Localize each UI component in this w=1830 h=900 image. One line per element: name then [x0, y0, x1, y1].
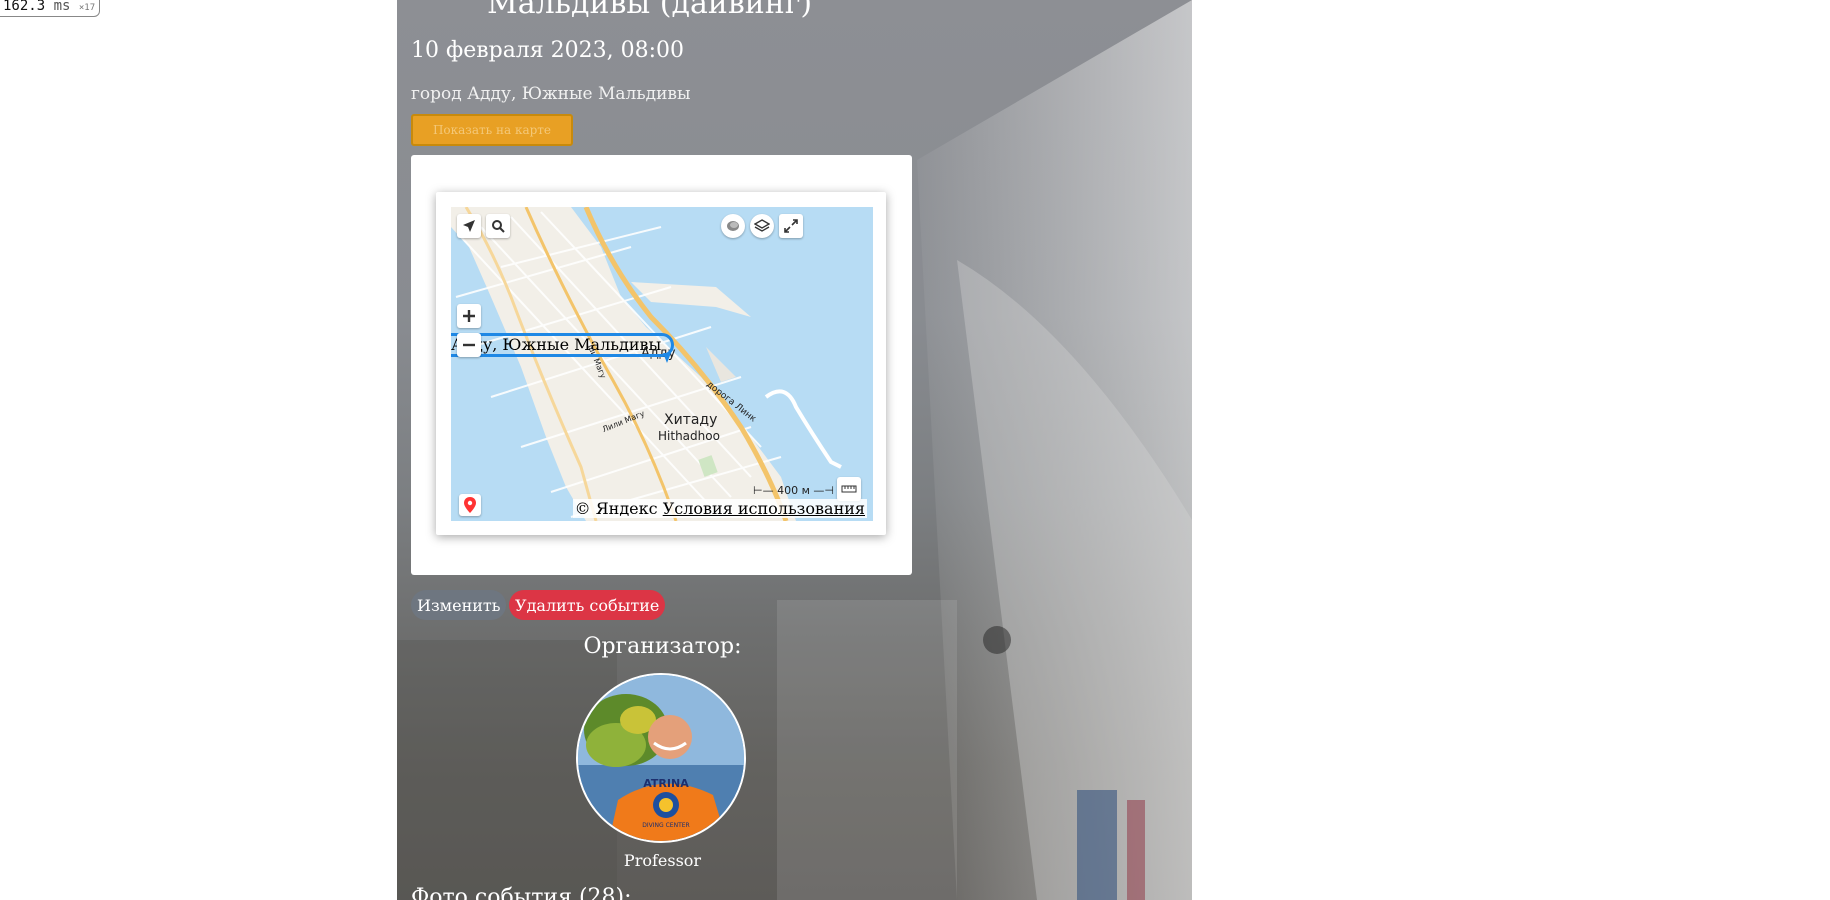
map-pin-icon	[464, 497, 476, 513]
event-photos-heading: Фото события (28):	[411, 885, 632, 900]
zoom-in-button[interactable]	[457, 304, 481, 328]
fullscreen-button[interactable]	[779, 214, 803, 238]
terms-link[interactable]: Условия использования	[663, 499, 865, 518]
scale-bar-right: —⊣	[813, 484, 834, 497]
event-page: Мальдивы (дайвинг) 10 февраля 2023, 08:0…	[397, 0, 1192, 900]
ruler-button[interactable]	[837, 477, 861, 501]
zoom-out-icon	[463, 343, 475, 347]
shirt-sub-text: DIVING CENTER	[642, 822, 689, 829]
perf-value: 162.3	[3, 0, 46, 14]
perf-multiplier: ×17	[78, 3, 96, 13]
map-copyright: © Яндекс Условия использования	[572, 499, 867, 518]
traffic-icon	[727, 221, 739, 231]
scale-bar-left: ⊢—	[753, 484, 774, 497]
locate-arrow-icon	[463, 220, 475, 232]
open-in-yandex-maps-button[interactable]	[459, 494, 481, 516]
placemark-tail	[663, 353, 671, 363]
organizer-name[interactable]: Professor	[397, 851, 928, 870]
show-on-map-button[interactable]: Показать на карте	[411, 114, 573, 146]
organizer-avatar[interactable]: ATRINA DIVING CENTER	[576, 673, 746, 843]
map-label-hithadu: Хитаду	[664, 412, 718, 428]
scale-label: 400 м	[777, 484, 810, 497]
zoom-in-icon	[463, 310, 475, 322]
map-search-button[interactable]	[486, 214, 510, 238]
layers-icon	[754, 219, 770, 232]
layers-button[interactable]	[750, 214, 774, 238]
traffic-button[interactable]	[721, 214, 745, 238]
event-title: Мальдивы (дайвинг)	[487, 0, 813, 21]
yandex-map[interactable]: Адду Хитаду Hithadhoo дорога Линк Лили М…	[451, 207, 873, 521]
delete-event-button[interactable]: Удалить событие	[509, 590, 666, 620]
zoom-out-button[interactable]	[457, 333, 481, 357]
organizer-heading: Организатор:	[583, 634, 742, 659]
avatar-photo: ATRINA DIVING CENTER	[578, 675, 744, 841]
map-card: Адду Хитаду Hithadhoo дорога Линк Лили М…	[436, 192, 886, 535]
ruler-icon	[841, 485, 857, 493]
perf-counter: 162.3 ms ×17	[0, 0, 101, 17]
edit-event-button[interactable]: Изменить	[411, 590, 507, 620]
locate-button[interactable]	[457, 214, 481, 238]
shirt-logo-text: ATRINA	[643, 777, 689, 790]
map-container: Адду Хитаду Hithadhoo дорога Линк Лили М…	[411, 155, 912, 575]
perf-unit: ms	[53, 0, 71, 14]
fullscreen-icon	[784, 219, 798, 233]
map-scale: ⊢— 400 м —⊣	[753, 484, 834, 497]
map-label-hithadhoo: Hithadhoo	[658, 429, 720, 443]
map-placemark-balloon[interactable]: Адду, Южные Мальдивы	[451, 333, 675, 357]
copyright-text: © Яндекс	[574, 499, 658, 518]
search-icon	[492, 220, 505, 233]
event-location: город Адду, Южные Мальдивы	[411, 84, 691, 104]
event-date: 10 февраля 2023, 08:00	[411, 38, 685, 63]
